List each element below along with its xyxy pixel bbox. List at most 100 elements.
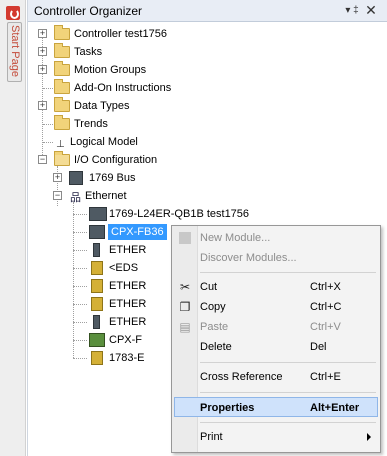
menu-item-shortcut: Ctrl+E — [310, 371, 341, 383]
menu-separator — [200, 392, 376, 393]
menu-item-label: Delete — [200, 341, 232, 353]
menu-item-label: Copy — [200, 301, 226, 313]
expand-icon[interactable]: + — [38, 29, 47, 38]
new-module-icon — [179, 232, 191, 244]
menu-item-new-module[interactable]: New Module... — [174, 228, 378, 248]
open-folder-icon — [54, 151, 70, 166]
folder-icon — [54, 97, 70, 112]
menu-item-shortcut: Ctrl+X — [310, 281, 341, 293]
tree-item-data-types[interactable]: + Data Types — [38, 97, 238, 115]
menu-item-label: New Module... — [200, 232, 271, 244]
tree-item-logical-model[interactable]: ⊥ Logical Model — [38, 133, 238, 151]
paste-icon: ▤ — [179, 320, 191, 334]
side-toolbar: Start Page — [0, 0, 26, 456]
menu-item-label: Cross Reference — [200, 371, 283, 383]
module-icon — [91, 297, 103, 311]
collapse-icon[interactable]: − — [38, 155, 47, 164]
tree-item-label: Data Types — [74, 100, 130, 112]
folder-icon — [54, 25, 70, 40]
menu-item-paste[interactable]: ▤ Paste Ctrl+V — [174, 317, 378, 337]
tree-item-eds[interactable]: <EDS — [73, 259, 173, 277]
start-page-icon[interactable] — [6, 6, 20, 20]
tree-item-controller[interactable]: + Controller test1756 — [38, 25, 238, 43]
controller-organizer-panel: Controller Organizer ▾ ‡ ✕ + Controller … — [27, 0, 387, 456]
folder-icon — [54, 115, 70, 130]
tree-item-cpx-f[interactable]: CPX-F — [73, 331, 173, 349]
tree-item-ether-4[interactable]: ETHER — [73, 313, 173, 331]
tree-item-label: Ethernet — [85, 190, 127, 202]
tree-item-label: 1783-E — [109, 352, 145, 364]
expand-icon[interactable]: + — [53, 173, 62, 182]
tree-item-controller-module[interactable]: 1769-L24ER-QB1B test1756 — [73, 205, 293, 223]
menu-item-properties[interactable]: Properties Alt+Enter — [174, 397, 378, 417]
expand-icon[interactable]: + — [38, 101, 47, 110]
tree-item-trends[interactable]: Trends — [38, 115, 238, 133]
collapse-icon[interactable]: − — [53, 191, 62, 200]
folder-icon — [54, 79, 70, 94]
menu-item-label: Cut — [200, 281, 218, 293]
tree-item-add-on-instructions[interactable]: Add-On Instructions — [38, 79, 238, 97]
menu-item-discover-modules[interactable]: Discover Modules... — [174, 248, 378, 268]
pin-icon[interactable]: ▾ ‡ — [344, 3, 360, 19]
tree-item-motion-groups[interactable]: + Motion Groups — [38, 61, 238, 79]
menu-item-shortcut: Del — [310, 341, 327, 353]
module-icon — [89, 225, 105, 239]
module-icon — [89, 207, 107, 221]
menu-item-cross-reference[interactable]: Cross Reference Ctrl+E — [174, 367, 378, 387]
folder-icon — [54, 61, 70, 76]
tree-item-io-configuration[interactable]: − I/O Configuration — [38, 151, 238, 169]
tree-item-label: CPX-F — [109, 334, 142, 346]
panel-title-bar: Controller Organizer ▾ ‡ ✕ — [28, 0, 387, 22]
menu-item-label: Properties — [200, 402, 255, 414]
context-menu: New Module... Discover Modules... ✂ Cut … — [171, 225, 381, 453]
module-icon — [91, 351, 103, 365]
copy-icon: ❐ — [179, 300, 191, 314]
menu-item-label: Discover Modules... — [200, 252, 297, 264]
module-icon — [89, 333, 105, 347]
menu-item-delete[interactable]: Delete Del — [174, 337, 378, 357]
menu-item-label: Paste — [200, 321, 229, 333]
scissors-icon: ✂ — [179, 280, 191, 294]
submenu-arrow-icon — [367, 433, 371, 441]
menu-item-cut[interactable]: ✂ Cut Ctrl+X — [174, 277, 378, 297]
tree-item-label: ETHER — [109, 280, 147, 292]
panel-title: Controller Organizer — [34, 4, 143, 18]
tree-item-ether-2[interactable]: ETHER — [73, 277, 173, 295]
tree-item-ether-1[interactable]: ETHER — [73, 241, 173, 259]
bus-icon — [69, 171, 83, 185]
start-page-label: Start Page — [9, 25, 21, 77]
tree-item-label: 1769 Bus — [89, 172, 136, 184]
module-icon — [91, 279, 103, 293]
menu-separator — [200, 422, 376, 423]
tree-item-label: ETHER — [109, 244, 147, 256]
tree-item-label: 1769-L24ER-QB1B test1756 — [109, 208, 250, 220]
menu-item-shortcut: Alt+Enter — [310, 402, 360, 414]
menu-item-label: Print — [200, 431, 223, 443]
tree-item-label: Controller test1756 — [74, 28, 167, 40]
tree-item-label: Logical Model — [70, 136, 138, 148]
menu-separator — [200, 272, 376, 273]
tree-item-ether-3[interactable]: ETHER — [73, 295, 173, 313]
folder-icon — [54, 43, 70, 58]
menu-separator — [200, 362, 376, 363]
tree-item-label: <EDS — [109, 262, 139, 274]
module-icon — [93, 243, 100, 257]
menu-item-print[interactable]: Print — [174, 427, 378, 447]
tree-item-label: I/O Configuration — [74, 154, 158, 166]
menu-item-copy[interactable]: ❐ Copy Ctrl+C — [174, 297, 378, 317]
expand-icon[interactable]: + — [38, 47, 47, 56]
module-icon — [93, 315, 100, 329]
menu-item-shortcut: Ctrl+C — [310, 301, 342, 313]
tree-item-label: ETHER — [109, 298, 147, 310]
tree-item-ethernet[interactable]: − 品 Ethernet — [53, 187, 253, 205]
tree-item-label: Add-On Instructions — [74, 82, 172, 94]
tree-item-1783[interactable]: 1783-E — [73, 349, 173, 367]
tree-item-label: ETHER — [109, 316, 147, 328]
eds-icon — [91, 261, 103, 275]
expand-icon[interactable]: + — [38, 65, 47, 74]
tree-item-label: CPX-FB36 — [108, 224, 167, 240]
close-icon[interactable]: ✕ — [363, 2, 379, 18]
menu-item-shortcut: Ctrl+V — [310, 321, 341, 333]
tree-item-1769-bus[interactable]: + 1769 Bus — [53, 169, 253, 187]
tree-item-tasks[interactable]: + Tasks — [38, 43, 238, 61]
